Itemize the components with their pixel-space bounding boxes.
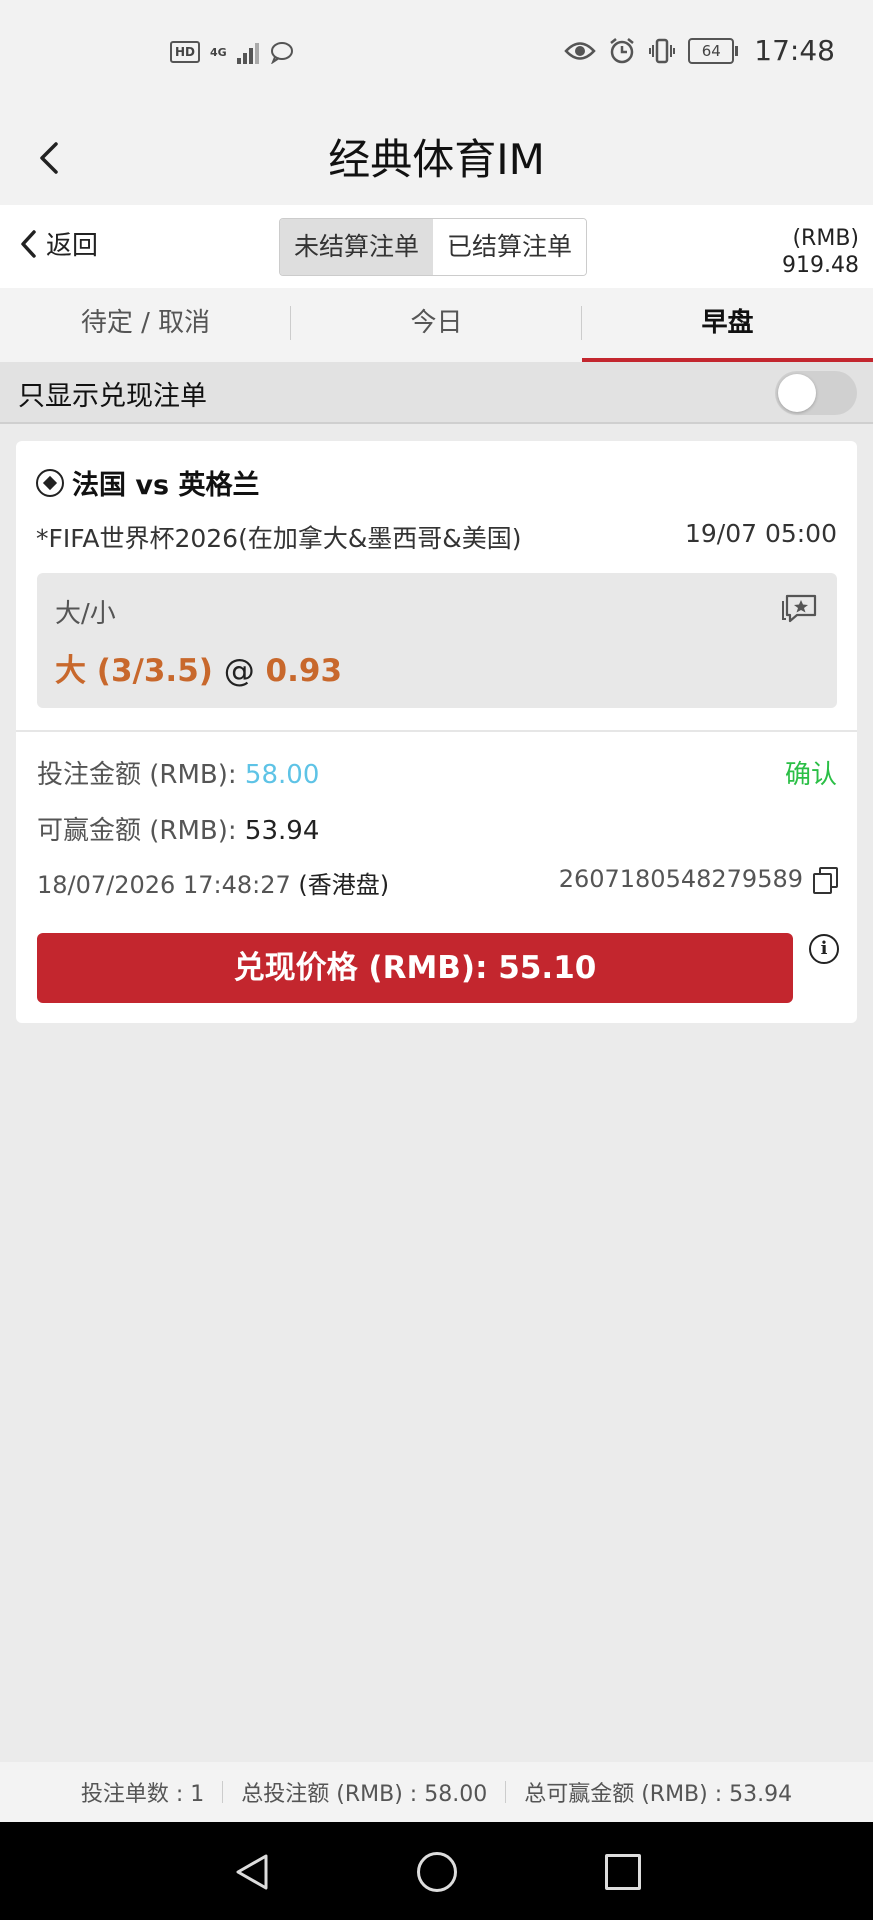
message-icon — [270, 42, 293, 64]
match-name: 法国 vs 英格兰 — [72, 470, 260, 501]
soccer-ball-icon — [36, 468, 64, 497]
eye-icon — [564, 41, 597, 60]
cashout-filter-label: 只显示兑现注单 — [18, 381, 207, 412]
status-left: HD 4G — [170, 40, 295, 64]
market-tabs: 待定 / 取消 今日 早盘 — [0, 288, 873, 362]
stake-row: 投注金额 (RMB): 58.00 — [37, 754, 319, 791]
info-icon[interactable]: i — [809, 934, 839, 964]
summary-divider — [222, 1781, 224, 1803]
win-label: 可赢金额 (RMB): — [37, 816, 237, 846]
win-amount: 53.94 — [244, 816, 320, 846]
back-button[interactable]: 返回 — [18, 225, 98, 262]
placed-time: 18/07/2026 17:48:27 — [37, 871, 291, 899]
win-row: 可赢金额 (RMB): 53.94 — [37, 810, 319, 847]
status-time: 17:48 — [754, 34, 835, 67]
toggle-knob — [778, 374, 816, 412]
match-title: 法国 vs 英格兰 — [36, 463, 259, 502]
signal-icon — [236, 40, 259, 64]
nav-home-icon[interactable] — [417, 1852, 457, 1892]
balance-display: (RMB) 919.48 — [782, 225, 859, 279]
vibrate-icon — [649, 38, 676, 63]
live-chat-icon[interactable] — [781, 593, 819, 625]
sub-header: 返回 未结算注单 已结算注单 (RMB) 919.48 — [0, 205, 873, 288]
network-label: 4G — [210, 45, 227, 59]
system-nav-bar — [0, 1822, 873, 1920]
hd-icon: HD — [170, 41, 201, 63]
selection-box: 大/小 大 (3/3.5) @ 0.93 — [37, 573, 837, 708]
balance-currency: (RMB) — [792, 226, 859, 251]
back-label: 返回 — [46, 231, 99, 261]
stake-label: 投注金额 (RMB): — [37, 760, 237, 790]
summary-bar: 投注单数 : 1 总投注额 (RMB) : 58.00 总可赢金额 (RMB) … — [0, 1762, 873, 1822]
summary-divider — [505, 1781, 507, 1803]
selection: 大 (3/3.5) @ 0.93 — [55, 645, 342, 690]
total-win: 总可赢金额 (RMB) : 53.94 — [524, 1782, 793, 1807]
bet-card: 法国 vs 英格兰 *FIFA世界杯2026(在加拿大&墨西哥&美国) 19/0… — [16, 441, 857, 1023]
tab-today[interactable]: 今日 — [291, 288, 582, 362]
chevron-left-icon — [21, 229, 36, 258]
cashout-filter-row: 只显示兑现注单 — [0, 362, 873, 424]
alarm-icon — [610, 37, 635, 63]
battery-icon: 64 — [688, 37, 739, 64]
at-symbol: @ — [223, 653, 255, 689]
selection-name: 大 (3/3.5) — [55, 653, 213, 689]
status-right: 64 17:48 — [564, 34, 835, 67]
card-divider — [16, 730, 857, 732]
bet-status-segmented-control: 未结算注单 已结算注单 — [279, 218, 588, 276]
bet-count: 投注单数 : 1 — [80, 1782, 205, 1807]
odds-type: (香港盘) — [298, 871, 390, 899]
bet-id-row: 2607180548279589 — [558, 865, 838, 894]
placed-row: 18/07/2026 17:48:27 (香港盘) — [37, 865, 389, 900]
tab-pending-cancelled[interactable]: 待定 / 取消 — [0, 288, 291, 362]
title-bar: 经典体育IM — [0, 110, 873, 205]
status-bar: HD 4G 64 17:48 — [0, 0, 873, 110]
bet-id: 2607180548279589 — [558, 865, 803, 893]
cashout-filter-toggle[interactable] — [775, 371, 857, 415]
stake-amount: 58.00 — [244, 760, 320, 790]
nav-recent-icon[interactable] — [605, 1854, 641, 1890]
page-title: 经典体育IM — [328, 135, 545, 184]
segment-settled[interactable]: 已结算注单 — [433, 219, 587, 275]
tab-early[interactable]: 早盘 — [582, 288, 873, 362]
market-type: 大/小 — [55, 599, 116, 629]
selection-odds: 0.93 — [265, 653, 343, 689]
kickoff-time: 19/07 05:00 — [684, 519, 837, 548]
segment-unsettled[interactable]: 未结算注单 — [280, 219, 434, 275]
cashout-button[interactable]: 兑现价格 (RMB): 55.10 — [37, 933, 793, 1003]
confirm-status: 确认 — [784, 760, 837, 790]
balance-amount: 919.48 — [782, 253, 859, 278]
nav-back-icon[interactable] — [232, 1852, 272, 1892]
total-stake: 总投注额 (RMB) : 58.00 — [241, 1782, 488, 1807]
copy-icon[interactable] — [813, 867, 838, 894]
league-name: *FIFA世界杯2026(在加拿大&墨西哥&美国) — [36, 524, 522, 553]
